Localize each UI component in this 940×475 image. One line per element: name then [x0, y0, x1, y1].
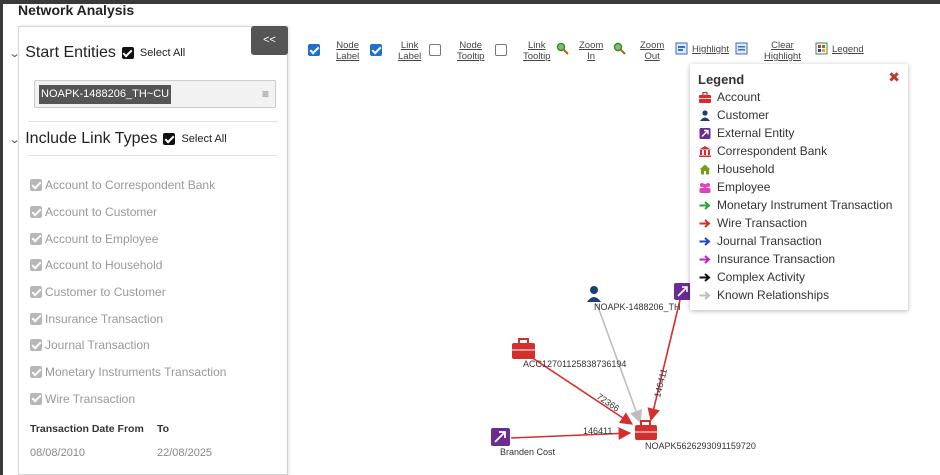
edge-label: 146411 — [652, 368, 669, 399]
legend-item: External Entity — [699, 124, 892, 142]
external-entity-node[interactable] — [674, 283, 691, 300]
arrow-right-icon — [699, 254, 711, 264]
legend-item: Employee — [699, 178, 892, 196]
external-entity-node[interactable] — [491, 428, 510, 446]
edge-label: 146411 — [583, 426, 612, 436]
arrow-right-icon — [699, 272, 711, 282]
legend-item: Complex Activity — [699, 268, 892, 286]
legend-item-label: Customer — [717, 108, 770, 122]
briefcase-icon — [699, 91, 711, 103]
legend-title: Legend — [698, 72, 745, 87]
arrow-right-icon — [699, 200, 711, 210]
arrow-right-icon — [699, 218, 711, 228]
node-label: ACC12701125838736194 — [523, 359, 626, 369]
node-label: NOAPK-1488206_TH — [594, 302, 681, 312]
legend-item: Journal Transaction — [699, 232, 892, 250]
legend-item-label: Journal Transaction — [717, 234, 822, 248]
legend-item: Insurance Transaction — [699, 250, 892, 268]
arrow-right-icon — [699, 236, 711, 246]
customer-node[interactable] — [587, 286, 601, 302]
external-entity-icon — [699, 127, 711, 139]
account-node[interactable] — [635, 420, 657, 440]
legend-item: Monetary Instrument Transaction — [699, 196, 892, 214]
account-node[interactable] — [512, 338, 535, 359]
legend-item: Known Relationships — [699, 286, 892, 304]
legend-item-label: Employee — [717, 180, 771, 194]
legend-item: Wire Transaction — [699, 214, 892, 232]
legend-item-label: Correspondent Bank — [717, 144, 828, 158]
person-icon — [700, 109, 710, 121]
bank-icon — [699, 145, 711, 157]
legend-item: Household — [699, 160, 892, 178]
legend-item-label: Wire Transaction — [717, 216, 808, 230]
arrow-right-icon — [699, 290, 711, 300]
legend-item: Correspondent Bank — [699, 142, 892, 160]
legend-panel: Legend ✖ Account Customer External Entit… — [690, 64, 908, 310]
legend-list: Account Customer External Entity Corresp… — [699, 88, 892, 304]
employee-icon — [699, 182, 711, 193]
legend-item: Customer — [699, 106, 892, 124]
legend-item-label: Account — [717, 90, 761, 104]
legend-item-label: Monetary Instrument Transaction — [717, 198, 893, 212]
house-icon — [699, 164, 711, 174]
wire-transaction-edge[interactable] — [647, 299, 681, 422]
legend-item-label: Insurance Transaction — [717, 252, 836, 266]
legend-item: Account — [699, 88, 892, 106]
legend-item-label: Household — [717, 162, 775, 176]
close-icon[interactable]: ✖ — [888, 69, 900, 86]
legend-item-label: External Entity — [717, 126, 795, 140]
node-label: Branden Cost — [500, 447, 556, 457]
legend-item-label: Known Relationships — [717, 288, 830, 302]
node-label: NOAPK5626293091159720 — [645, 441, 756, 451]
legend-item-label: Complex Activity — [717, 270, 806, 284]
